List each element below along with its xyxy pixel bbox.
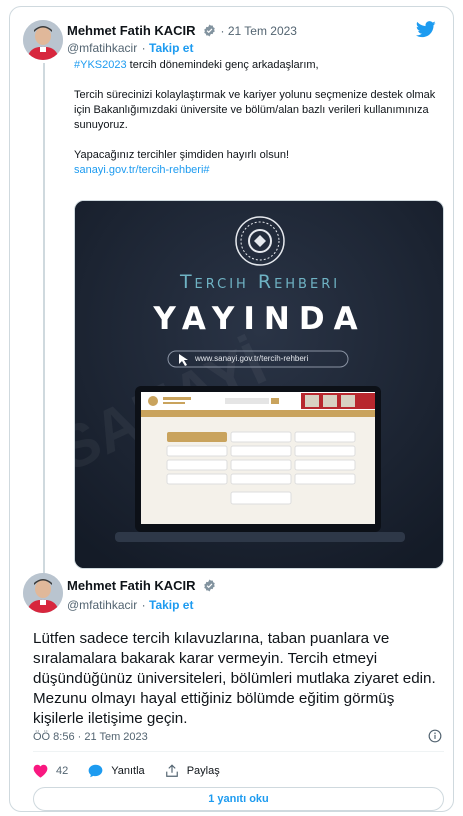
info-icon[interactable] bbox=[428, 729, 442, 748]
tweet-text: #YKS2023 tercih dönemindeki genç arkadaş… bbox=[74, 58, 446, 178]
tweet-paragraph-3: Yapacağınız tercihler şimdiden hayırlı o… bbox=[74, 149, 290, 161]
verified-badge-icon bbox=[203, 579, 216, 597]
reply-label: Yanıtla bbox=[111, 765, 145, 777]
banner-title: Tercih Rehberi bbox=[179, 271, 341, 293]
tweet-main-text: Lütfen sadece tercih kılavuzlarına, taba… bbox=[33, 630, 436, 727]
url-pill: www.sanayi.gov.tr/tercih-rehberi bbox=[195, 354, 309, 363]
avatar[interactable] bbox=[23, 20, 63, 60]
share-button[interactable]: Paylaş bbox=[165, 764, 220, 778]
heart-icon bbox=[33, 764, 48, 778]
banner-headline: YAYINDA bbox=[153, 301, 367, 337]
avatar[interactable] bbox=[23, 573, 63, 613]
hashtag-link[interactable]: #YKS2023 bbox=[74, 59, 127, 71]
author-handle[interactable]: @mfatihkacir bbox=[67, 41, 137, 55]
author-name[interactable]: Mehmet Fatih KACIR bbox=[67, 23, 196, 38]
tercih-rehberi-link[interactable]: sanayi.gov.tr/tercih-rehberi# bbox=[74, 164, 210, 176]
like-button[interactable]: 42 bbox=[33, 764, 68, 778]
follow-button[interactable]: Takip et bbox=[149, 598, 193, 612]
like-count: 42 bbox=[56, 765, 69, 777]
thread-line bbox=[43, 63, 45, 575]
divider bbox=[33, 751, 444, 752]
reply-bubble-icon bbox=[88, 764, 103, 778]
reply-button[interactable]: Yanıtla bbox=[88, 764, 145, 778]
share-label: Paylaş bbox=[186, 765, 220, 777]
tweet-card: Mehmet Fatih KACIR · 21 Tem 2023 @mfatih… bbox=[9, 6, 454, 812]
tweet-line-1: tercih dönemindeki genç arkadaşlarım, bbox=[126, 59, 319, 71]
twitter-bird-icon[interactable] bbox=[415, 21, 436, 43]
tweet-media-image[interactable]: SANAYİ bbox=[74, 200, 444, 569]
read-replies-button[interactable]: 1 yanıtı oku bbox=[33, 787, 444, 811]
author-handle[interactable]: @mfatihkacir bbox=[67, 598, 137, 612]
follow-button[interactable]: Takip et bbox=[149, 41, 193, 55]
share-icon bbox=[165, 764, 178, 777]
tweet-date[interactable]: 21 Tem 2023 bbox=[228, 24, 297, 38]
tweet-actions: 42 Yanıtla Paylaş bbox=[33, 763, 240, 779]
tweet-timestamp[interactable]: ÖÖ 8:56 · 21 Tem 2023 bbox=[33, 731, 148, 743]
tweet-paragraph-2: Tercih sürecinizi kolaylaştırmak ve kari… bbox=[74, 89, 436, 131]
author-name[interactable]: Mehmet Fatih KACIR bbox=[67, 578, 196, 593]
verified-badge-icon bbox=[203, 24, 216, 42]
banner-graphic: SANAYİ bbox=[75, 201, 443, 568]
